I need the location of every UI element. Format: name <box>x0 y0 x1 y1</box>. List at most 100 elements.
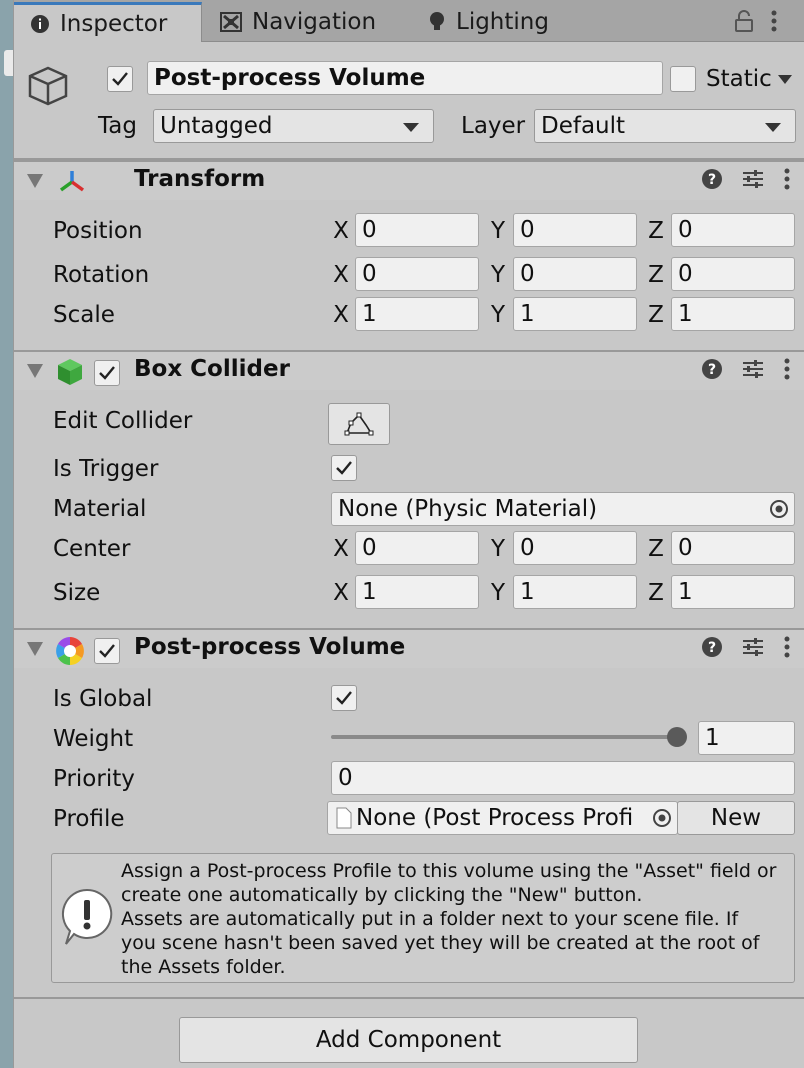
help-line: create one automatically by clicking the… <box>121 884 643 906</box>
profile-object-field[interactable]: None (Post Process Profi <box>327 801 678 835</box>
transform-icon <box>58 170 86 194</box>
is-global-checkbox[interactable] <box>331 685 357 711</box>
edit-collider-button[interactable] <box>328 403 390 445</box>
gameobject-name-input[interactable]: Post-process Volume <box>147 61 663 95</box>
weight-slider-thumb[interactable] <box>667 727 687 747</box>
warning-icon <box>60 888 114 946</box>
gameobject-header: Post-process Volume Static Tag Untagged … <box>14 42 804 160</box>
tab-bar: Inspector Navigation Lighting <box>14 0 804 42</box>
lock-icon[interactable] <box>734 10 754 32</box>
new-profile-button[interactable]: New <box>677 801 795 835</box>
object-picker-icon[interactable] <box>768 498 790 520</box>
axis-x-label: X <box>333 262 349 288</box>
foldout-arrow-icon[interactable] <box>27 642 43 656</box>
material-object-field[interactable]: None (Physic Material) <box>331 492 795 526</box>
size-y-input[interactable]: 1 <box>513 575 637 609</box>
component-header-icons: ? <box>701 636 791 658</box>
axis-x-label: X <box>333 302 349 328</box>
position-label: Position <box>53 218 143 244</box>
kebab-menu-icon[interactable] <box>783 168 791 190</box>
component-enabled-checkbox[interactable] <box>94 360 120 386</box>
center-x-input[interactable]: 0 <box>355 531 479 565</box>
svg-text:?: ? <box>708 362 716 378</box>
center-y-input[interactable]: 0 <box>513 531 637 565</box>
position-z-input[interactable]: 0 <box>671 213 795 247</box>
rotation-x-input[interactable]: 0 <box>355 257 479 291</box>
rotation-y-input[interactable]: 0 <box>513 257 637 291</box>
help-line: Assets are automatically put in a folder… <box>121 908 739 930</box>
kebab-menu-icon[interactable] <box>770 10 778 32</box>
tab-inspector[interactable]: Inspector <box>14 2 202 42</box>
scale-y-input[interactable]: 1 <box>513 297 637 331</box>
component-enabled-checkbox[interactable] <box>94 638 120 664</box>
center-z-input[interactable]: 0 <box>671 531 795 565</box>
tab-navigation[interactable]: Navigation <box>204 2 402 42</box>
size-x-input[interactable]: 1 <box>355 575 479 609</box>
axis-y-label: Y <box>490 218 506 244</box>
tag-dropdown[interactable]: Untagged <box>153 109 434 143</box>
active-checkbox[interactable] <box>107 66 133 92</box>
weight-input[interactable]: 1 <box>698 721 795 755</box>
position-x-input[interactable]: 0 <box>355 213 479 247</box>
kebab-menu-icon[interactable] <box>783 636 791 658</box>
help-line: the Assets folder. <box>121 956 286 978</box>
lightbulb-icon <box>428 11 446 33</box>
layer-label: Layer <box>461 113 526 139</box>
help-text: Assign a Post-process Profile to this vo… <box>121 859 776 979</box>
scene-view-edge <box>0 0 13 1068</box>
edit-collider-label: Edit Collider <box>53 408 193 434</box>
axis-z-label: Z <box>648 218 664 244</box>
scale-x-input[interactable]: 1 <box>355 297 479 331</box>
help-icon[interactable]: ? <box>701 168 723 190</box>
foldout-arrow-icon[interactable] <box>27 364 43 378</box>
axis-z-label: Z <box>648 262 664 288</box>
position-y-input[interactable]: 0 <box>513 213 637 247</box>
material-value: None (Physic Material) <box>338 496 598 522</box>
info-icon <box>30 14 50 34</box>
axis-y-label: Y <box>490 536 506 562</box>
component-title: Post-process Volume <box>134 634 406 660</box>
rotation-label: Rotation <box>53 262 150 288</box>
is-trigger-label: Is Trigger <box>53 456 159 482</box>
add-component-button[interactable]: Add Component <box>179 1017 638 1063</box>
size-label: Size <box>53 580 101 606</box>
scale-z-input[interactable]: 1 <box>671 297 795 331</box>
weight-slider-track[interactable] <box>331 727 687 747</box>
axis-x-label: X <box>333 218 349 244</box>
object-picker-icon[interactable] <box>651 807 673 829</box>
component-header-icons: ? <box>701 168 791 190</box>
priority-label: Priority <box>53 766 135 792</box>
kebab-menu-icon[interactable] <box>783 358 791 380</box>
foldout-arrow-icon[interactable] <box>27 174 43 188</box>
post-process-volume-header[interactable]: Post-process Volume ? <box>14 628 804 668</box>
help-icon[interactable]: ? <box>701 358 723 380</box>
gameobject-cube-icon[interactable] <box>28 62 84 118</box>
priority-input[interactable]: 0 <box>331 761 795 795</box>
tab-lighting[interactable]: Lighting <box>412 2 582 42</box>
inspector-panel: Inspector Navigation Lighting Post-proce… <box>13 0 804 1068</box>
component-title: Transform <box>134 166 266 192</box>
tab-label: Inspector <box>60 10 168 37</box>
divider <box>14 997 804 999</box>
presets-icon[interactable] <box>741 636 765 658</box>
static-dropdown-arrow-icon[interactable] <box>778 75 792 84</box>
transform-header[interactable]: Transform ? <box>14 160 804 200</box>
layer-dropdown[interactable]: Default <box>534 109 796 143</box>
is-trigger-checkbox[interactable] <box>331 455 357 481</box>
box-collider-header[interactable]: Box Collider ? <box>14 350 804 390</box>
material-label: Material <box>53 496 147 522</box>
static-checkbox[interactable] <box>670 66 696 92</box>
axis-x-label: X <box>333 536 349 562</box>
presets-icon[interactable] <box>741 168 765 190</box>
file-icon <box>336 807 352 829</box>
edit-collider-icon <box>344 411 374 437</box>
rotation-z-input[interactable]: 0 <box>671 257 795 291</box>
axis-y-label: Y <box>490 262 506 288</box>
scene-view-marker <box>4 50 13 76</box>
component-header-icons: ? <box>701 358 791 380</box>
help-icon[interactable]: ? <box>701 636 723 658</box>
chevron-down-icon <box>403 123 419 132</box>
size-z-input[interactable]: 1 <box>671 575 795 609</box>
profile-value: None (Post Process Profi <box>356 805 634 831</box>
presets-icon[interactable] <box>741 358 765 380</box>
